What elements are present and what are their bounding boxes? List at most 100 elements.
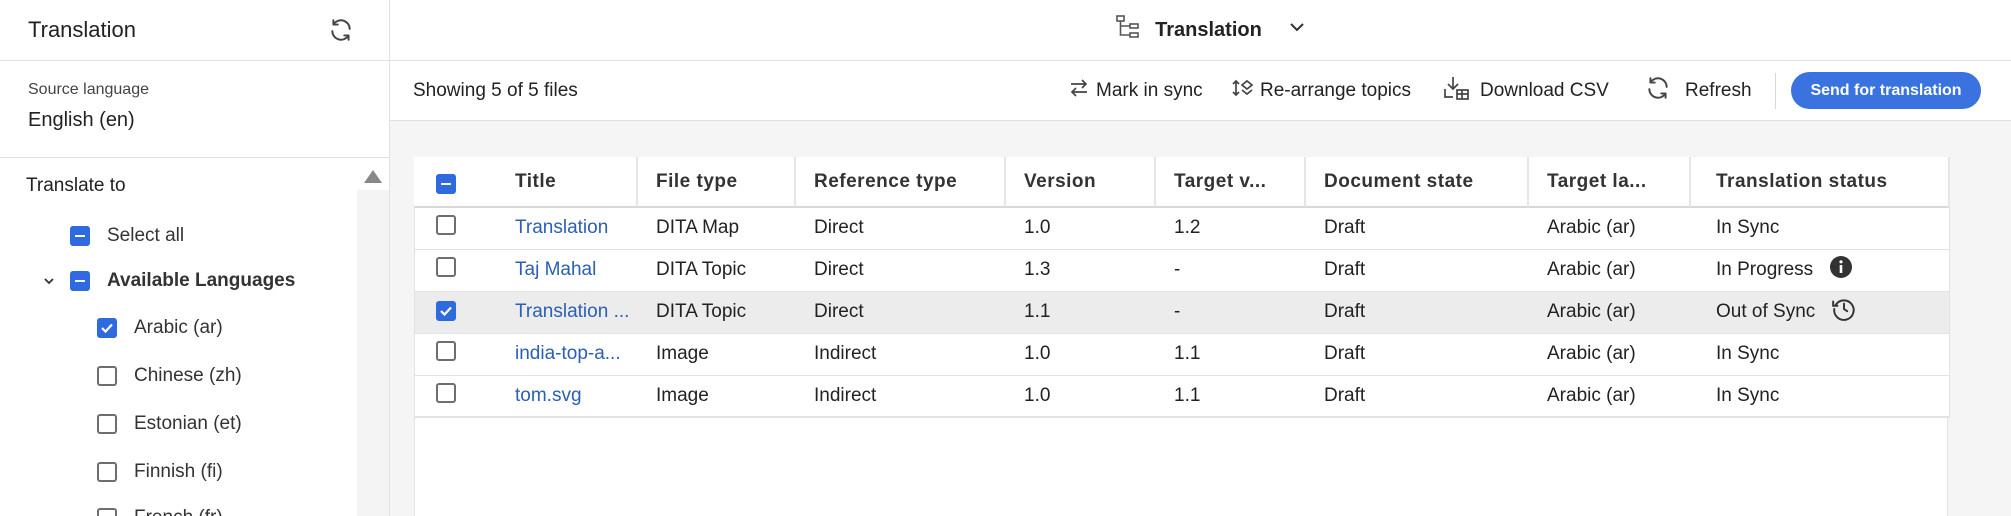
language-item[interactable]: Arabic (ar)	[97, 317, 223, 339]
table-row[interactable]: Translation ... DITA Topic Direct 1.1 - …	[414, 291, 1950, 334]
scrollbar-track[interactable]	[357, 190, 389, 516]
column-header-target-language[interactable]: Target la...	[1529, 157, 1691, 208]
row-checkbox[interactable]	[436, 257, 456, 277]
file-count-text: Showing 5 of 5 files	[413, 80, 578, 101]
translation-status-text: In Sync	[1716, 385, 1780, 406]
reference-type-cell: Direct	[796, 249, 1006, 292]
file-type-cell: DITA Topic	[638, 249, 796, 292]
row-checkbox[interactable]	[436, 383, 456, 403]
refresh-icon[interactable]	[326, 15, 356, 45]
available-languages-label: Available Languages	[107, 270, 296, 291]
column-header-target-version[interactable]: Target v...	[1156, 157, 1306, 208]
translation-status-cell: In Sync	[1691, 207, 1950, 250]
file-title-link[interactable]: Translation ...	[497, 291, 638, 334]
select-all-checkbox[interactable]	[70, 226, 90, 246]
column-header-translation-status[interactable]: Translation status	[1691, 157, 1950, 208]
translation-status-cell: In Progress	[1691, 249, 1950, 292]
toolbar: Showing 5 of 5 files Mark in sync Re-arr…	[390, 61, 2011, 121]
table-header-row: Title File type Reference type Version T…	[414, 157, 1950, 208]
file-title-link[interactable]: Taj Mahal	[497, 249, 638, 292]
reference-type-cell: Direct	[796, 207, 1006, 250]
language-label: Finnish (fi)	[134, 461, 223, 482]
map-title-selector[interactable]: Translation	[1115, 14, 1306, 46]
file-title-link[interactable]: india-top-a...	[497, 333, 638, 376]
language-label: Chinese (zh)	[134, 365, 242, 386]
reference-type-cell: Indirect	[796, 375, 1006, 418]
document-state-cell: Draft	[1306, 375, 1529, 418]
column-header-title[interactable]: Title	[497, 157, 638, 208]
info-icon[interactable]	[1829, 255, 1853, 285]
language-checkbox[interactable]	[97, 414, 117, 434]
chevron-down-icon[interactable]	[42, 274, 56, 288]
file-title-link[interactable]: tom.svg	[497, 375, 638, 418]
file-title-link[interactable]: Translation	[497, 207, 638, 250]
target-language-cell: Arabic (ar)	[1529, 249, 1691, 292]
column-header-version[interactable]: Version	[1006, 157, 1156, 208]
language-checkbox[interactable]	[97, 366, 117, 386]
file-type-cell: DITA Map	[638, 207, 796, 250]
download-csv-icon	[1442, 74, 1470, 108]
target-version-cell: 1.1	[1156, 375, 1306, 418]
document-state-cell: Draft	[1306, 207, 1529, 250]
language-item[interactable]: Finnish (fi)	[97, 461, 223, 483]
history-icon[interactable]	[1831, 296, 1857, 328]
refresh-icon	[1645, 75, 1671, 107]
send-for-translation-button[interactable]: Send for translation	[1791, 72, 1981, 109]
row-checkbox-cell	[414, 249, 497, 292]
select-all-rows-checkbox[interactable]	[436, 174, 456, 194]
target-language-cell: Arabic (ar)	[1529, 375, 1691, 418]
language-checkbox[interactable]	[97, 318, 117, 338]
row-checkbox-cell	[414, 291, 497, 334]
target-language-cell: Arabic (ar)	[1529, 291, 1691, 334]
sync-arrows-icon	[1068, 77, 1090, 105]
document-state-cell: Draft	[1306, 249, 1529, 292]
source-language-section: Source language English (en)	[0, 61, 389, 158]
document-state-cell: Draft	[1306, 333, 1529, 376]
available-languages-group[interactable]: Available Languages	[42, 270, 295, 292]
row-checkbox[interactable]	[436, 215, 456, 236]
language-item[interactable]: Chinese (zh)	[97, 365, 242, 387]
translation-status-cell: In Sync	[1691, 375, 1950, 418]
source-language-label: Source language	[28, 81, 149, 98]
version-cell: 1.0	[1006, 375, 1156, 418]
language-label: French (fr)	[134, 507, 223, 516]
scroll-up-arrow-icon[interactable]	[364, 170, 382, 183]
language-checkbox[interactable]	[97, 462, 117, 482]
rearrange-topics-button[interactable]: Re-arrange topics	[1232, 76, 1411, 106]
translation-status-text: In Progress	[1716, 259, 1814, 280]
download-csv-label: Download CSV	[1480, 80, 1609, 101]
row-checkbox[interactable]	[436, 300, 456, 321]
table-row[interactable]: Translation DITA Map Direct 1.0 1.2 Draf…	[414, 207, 1950, 250]
hierarchy-icon	[1115, 14, 1141, 46]
table-row[interactable]: india-top-a... Image Indirect 1.0 1.1 Dr…	[414, 333, 1950, 376]
translation-status-cell: In Sync	[1691, 333, 1950, 376]
download-csv-button[interactable]: Download CSV	[1442, 76, 1609, 106]
refresh-button[interactable]: Refresh	[1645, 76, 1752, 106]
available-languages-checkbox[interactable]	[70, 271, 90, 291]
row-checkbox[interactable]	[436, 341, 456, 361]
refresh-label: Refresh	[1685, 80, 1752, 101]
language-item[interactable]: French (fr)	[97, 507, 223, 516]
source-language-value: English (en)	[28, 109, 135, 131]
file-type-cell: DITA Topic	[638, 291, 796, 334]
row-checkbox-cell	[414, 333, 497, 376]
files-table: Title File type Reference type Version T…	[414, 157, 1950, 418]
column-header-document-state[interactable]: Document state	[1306, 157, 1529, 208]
target-language-cell: Arabic (ar)	[1529, 207, 1691, 250]
map-title: Translation	[1155, 18, 1262, 41]
chevron-down-icon[interactable]	[1288, 18, 1306, 42]
version-cell: 1.0	[1006, 333, 1156, 376]
left-panel-header: Translation	[0, 0, 389, 61]
language-item[interactable]: Estonian (et)	[97, 413, 242, 435]
version-cell: 1.1	[1006, 291, 1156, 334]
row-checkbox-cell	[414, 375, 497, 418]
table-row[interactable]: Taj Mahal DITA Topic Direct 1.3 - Draft …	[414, 249, 1950, 292]
column-header-reference-type[interactable]: Reference type	[796, 157, 1006, 208]
mark-in-sync-button[interactable]: Mark in sync	[1068, 76, 1203, 106]
language-checkbox[interactable]	[97, 508, 117, 516]
language-label: Arabic (ar)	[134, 317, 223, 338]
table-row[interactable]: tom.svg Image Indirect 1.0 1.1 Draft Ara…	[414, 375, 1950, 418]
select-all-row[interactable]: Select all	[70, 225, 184, 247]
target-version-cell: -	[1156, 291, 1306, 334]
column-header-file-type[interactable]: File type	[638, 157, 796, 208]
